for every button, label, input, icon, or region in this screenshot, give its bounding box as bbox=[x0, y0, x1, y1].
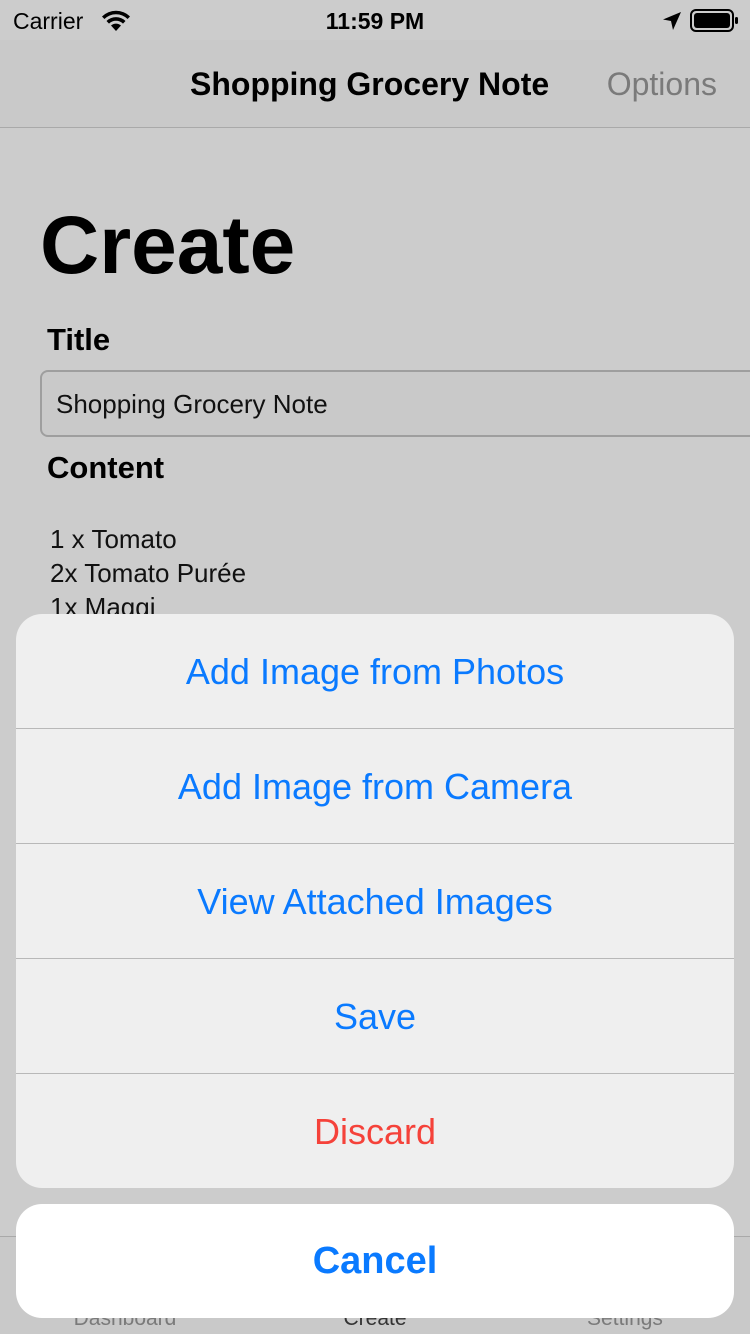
add-image-from-camera-button[interactable]: Add Image from Camera bbox=[16, 729, 734, 844]
view-attached-images-button[interactable]: View Attached Images bbox=[16, 844, 734, 959]
status-bar: Carrier 11:59 PM bbox=[0, 0, 750, 40]
discard-button[interactable]: Discard bbox=[16, 1074, 734, 1188]
page-title: Create bbox=[40, 200, 296, 291]
status-time: 11:59 PM bbox=[325, 8, 425, 34]
content-line: 1x Maggi bbox=[50, 592, 156, 614]
title-input[interactable]: Shopping Grocery Note bbox=[40, 370, 750, 437]
save-button[interactable]: Save bbox=[16, 959, 734, 1074]
location-arrow-icon bbox=[663, 12, 681, 30]
title-label: Title bbox=[47, 322, 111, 357]
action-sheet: Add Image from Photos Add Image from Cam… bbox=[16, 614, 734, 1188]
content-textarea[interactable]: 1 x Tomato 2x Tomato Purée 1x Maggi bbox=[50, 522, 730, 614]
content-label: Content bbox=[47, 450, 165, 485]
battery-icon bbox=[690, 9, 738, 32]
cancel-button[interactable]: Cancel bbox=[16, 1204, 734, 1318]
nav-title: Shopping Grocery Note bbox=[190, 66, 550, 102]
content-line: 2x Tomato Purée bbox=[50, 558, 247, 588]
options-button[interactable]: Options bbox=[607, 66, 717, 103]
content-line: 1 x Tomato bbox=[50, 524, 177, 554]
add-image-from-photos-button[interactable]: Add Image from Photos bbox=[16, 614, 734, 729]
navigation-bar: Shopping Grocery Note Options bbox=[0, 40, 750, 128]
